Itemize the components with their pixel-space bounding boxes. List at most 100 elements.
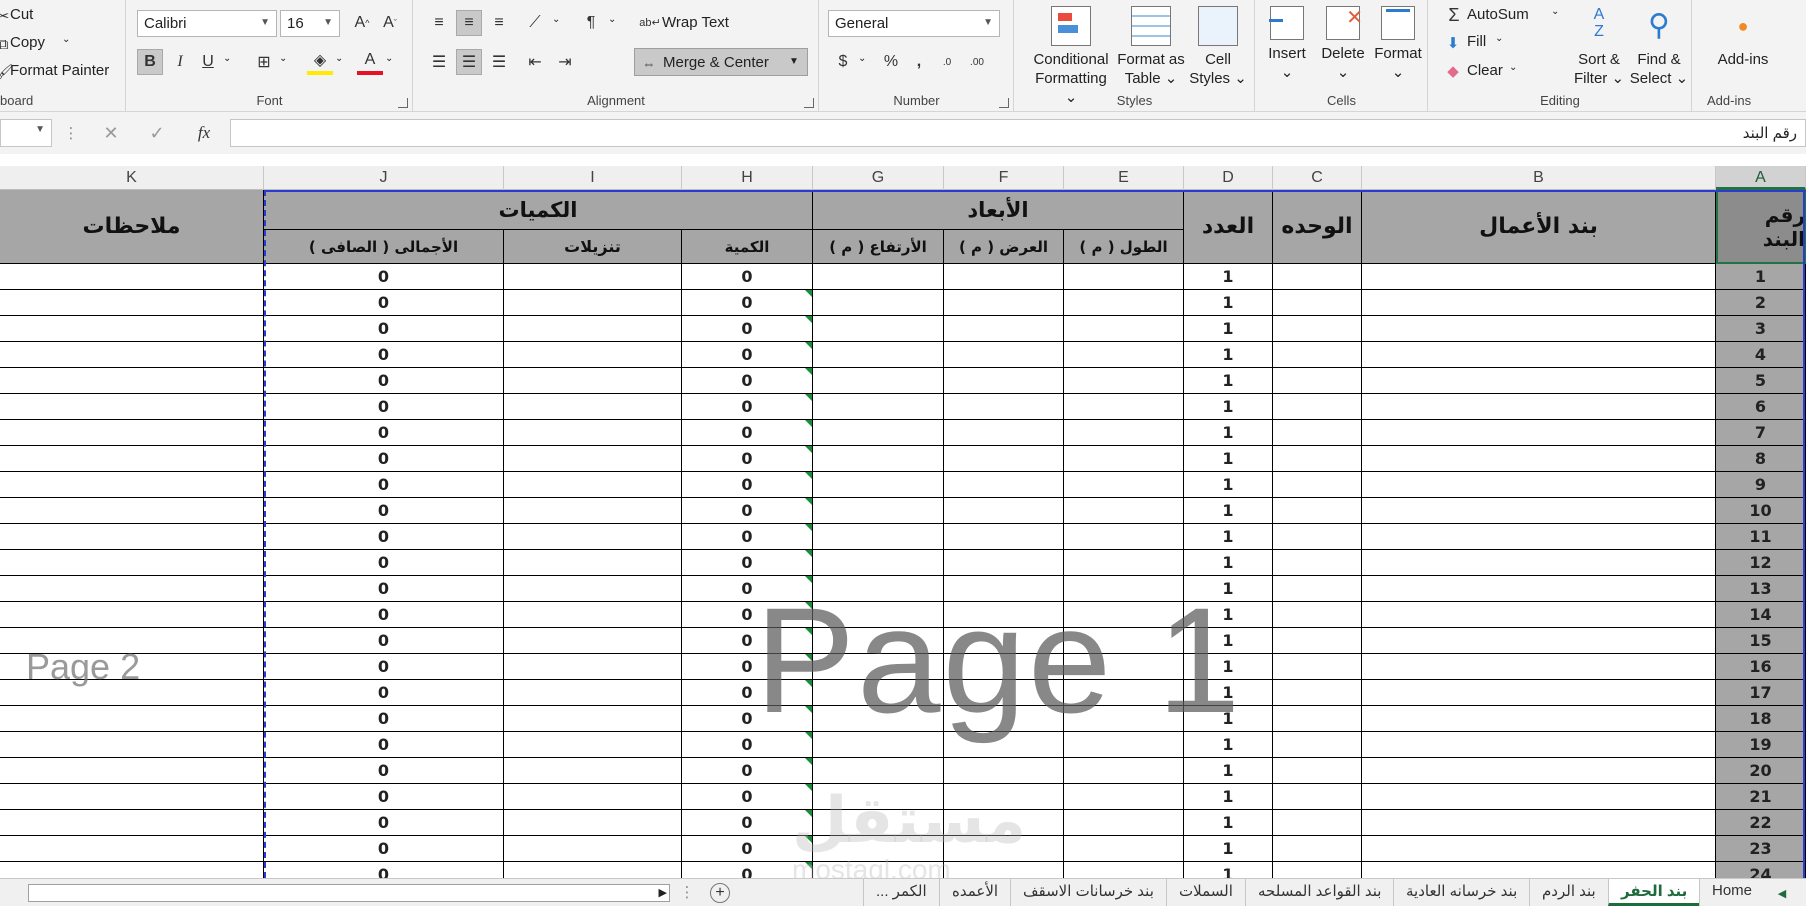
row-total[interactable]: 0 <box>264 602 504 628</box>
align-center-icon[interactable]: ☰ <box>456 49 482 75</box>
table-cell[interactable] <box>504 446 682 472</box>
table-cell[interactable] <box>1362 264 1716 290</box>
row-count[interactable]: 1 <box>1184 264 1273 290</box>
find-select-button[interactable]: ⚲ Find & Select ⌄ <box>1629 6 1689 88</box>
row-quantity[interactable]: 0 <box>682 316 813 342</box>
table-cell[interactable] <box>0 706 264 732</box>
table-cell[interactable] <box>813 836 944 862</box>
table-cell[interactable] <box>1362 498 1716 524</box>
table-cell[interactable] <box>1273 732 1362 758</box>
sheet-tab[interactable]: الأعمده <box>939 879 1010 906</box>
row-quantity[interactable]: 0 <box>682 836 813 862</box>
table-cell[interactable] <box>504 680 682 706</box>
table-cell[interactable] <box>1273 342 1362 368</box>
table-cell[interactable] <box>1064 550 1184 576</box>
table-cell[interactable] <box>0 368 264 394</box>
table-cell[interactable] <box>1064 706 1184 732</box>
table-cell[interactable] <box>1362 472 1716 498</box>
table-cell[interactable] <box>1273 680 1362 706</box>
increase-decimal-icon[interactable]: .0 <box>934 49 960 75</box>
row-item-no[interactable]: 24 <box>1716 862 1806 878</box>
row-total[interactable]: 0 <box>264 732 504 758</box>
table-cell[interactable] <box>1064 368 1184 394</box>
table-cell[interactable] <box>504 758 682 784</box>
table-cell[interactable] <box>1064 654 1184 680</box>
align-middle-icon[interactable]: ≡ <box>456 10 482 36</box>
accounting-format-icon[interactable]: $ <box>830 49 856 75</box>
sheet-tab[interactable]: بند الحفر <box>1608 879 1700 906</box>
number-format-combo[interactable]: General ▼ <box>828 10 1000 37</box>
table-cell[interactable] <box>1273 446 1362 472</box>
row-item-no[interactable]: 18 <box>1716 706 1806 732</box>
chevron-down-icon[interactable]: ⌄ <box>1509 62 1517 73</box>
row-item-no[interactable]: 10 <box>1716 498 1806 524</box>
table-cell[interactable] <box>0 550 264 576</box>
table-cell[interactable] <box>0 758 264 784</box>
row-total[interactable]: 0 <box>264 706 504 732</box>
row-count[interactable]: 1 <box>1184 550 1273 576</box>
row-count[interactable]: 1 <box>1184 368 1273 394</box>
table-cell[interactable] <box>813 368 944 394</box>
table-cell[interactable] <box>813 810 944 836</box>
table-cell[interactable] <box>504 602 682 628</box>
insert-button[interactable]: Insert ⌄ <box>1260 6 1314 82</box>
table-cell[interactable] <box>813 706 944 732</box>
table-cell[interactable] <box>1064 758 1184 784</box>
format-painter-button[interactable]: Format Painter <box>10 62 109 79</box>
table-cell[interactable] <box>944 576 1064 602</box>
table-cell[interactable] <box>504 706 682 732</box>
row-item-no[interactable]: 5 <box>1716 368 1806 394</box>
table-cell[interactable] <box>0 420 264 446</box>
table-cell[interactable] <box>813 420 944 446</box>
row-item-no[interactable]: 22 <box>1716 810 1806 836</box>
table-cell[interactable] <box>504 524 682 550</box>
row-total[interactable]: 0 <box>264 550 504 576</box>
table-cell[interactable] <box>944 550 1064 576</box>
row-item-no[interactable]: 14 <box>1716 602 1806 628</box>
row-count[interactable]: 1 <box>1184 290 1273 316</box>
row-item-no[interactable]: 8 <box>1716 446 1806 472</box>
grow-font-button[interactable]: A ^ <box>349 10 375 36</box>
font-size-combo[interactable]: 16 ▼ <box>280 10 340 37</box>
table-cell[interactable] <box>944 420 1064 446</box>
sheet-tab[interactable]: بند الردم <box>1529 879 1608 906</box>
row-total[interactable]: 0 <box>264 576 504 602</box>
table-cell[interactable] <box>1362 732 1716 758</box>
table-cell[interactable] <box>504 420 682 446</box>
table-cell[interactable] <box>1362 342 1716 368</box>
table-cell[interactable] <box>813 524 944 550</box>
chevron-down-icon[interactable]: ▼ <box>35 124 45 135</box>
font-dialog-launcher[interactable] <box>398 98 408 108</box>
row-total[interactable]: 0 <box>264 368 504 394</box>
row-item-no[interactable]: 15 <box>1716 628 1806 654</box>
table-cell[interactable] <box>1273 576 1362 602</box>
table-cell[interactable] <box>1362 784 1716 810</box>
row-total[interactable]: 0 <box>264 524 504 550</box>
table-cell[interactable] <box>1273 420 1362 446</box>
scroll-right-icon[interactable]: ▶ <box>659 886 667 899</box>
row-quantity[interactable]: 0 <box>682 264 813 290</box>
table-cell[interactable] <box>944 446 1064 472</box>
table-cell[interactable] <box>813 550 944 576</box>
comma-button[interactable]: , <box>906 49 932 75</box>
table-cell[interactable] <box>1273 498 1362 524</box>
column-header-g[interactable]: G <box>813 166 944 190</box>
row-item-no[interactable]: 12 <box>1716 550 1806 576</box>
autosum-button[interactable]: AutoSum <box>1467 6 1529 23</box>
table-cell[interactable] <box>1273 706 1362 732</box>
table-cell[interactable] <box>1064 576 1184 602</box>
row-quantity[interactable]: 0 <box>682 472 813 498</box>
header-quantity[interactable]: الكمية <box>682 230 813 264</box>
row-quantity[interactable]: 0 <box>682 784 813 810</box>
cell-styles-button[interactable]: Cell Styles ⌄ <box>1187 6 1249 88</box>
table-cell[interactable] <box>944 680 1064 706</box>
table-cell[interactable] <box>504 264 682 290</box>
sheet-tab[interactable]: الكمر ... <box>863 879 939 906</box>
table-cell[interactable] <box>813 654 944 680</box>
table-cell[interactable] <box>1362 290 1716 316</box>
table-cell[interactable] <box>1362 550 1716 576</box>
row-total[interactable]: 0 <box>264 862 504 878</box>
row-count[interactable]: 1 <box>1184 394 1273 420</box>
table-cell[interactable] <box>813 758 944 784</box>
table-cell[interactable] <box>813 862 944 878</box>
